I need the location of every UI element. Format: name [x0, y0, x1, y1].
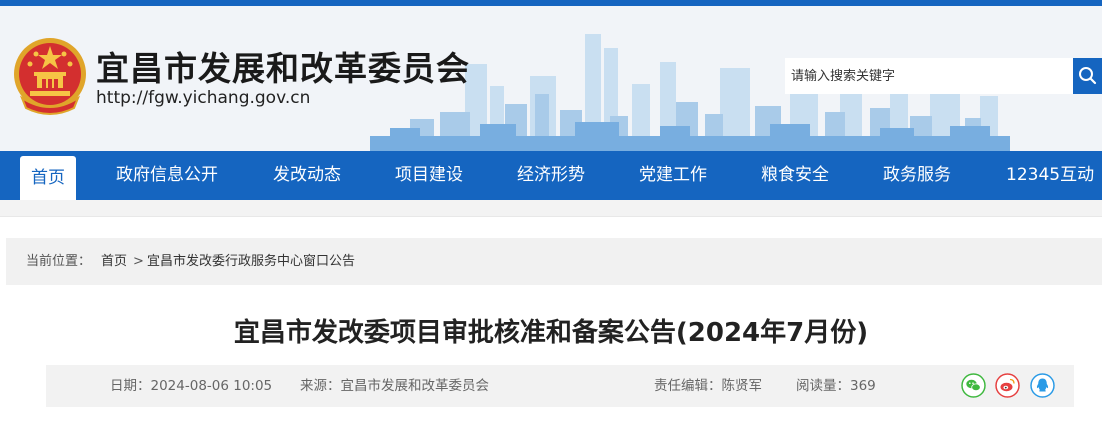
nav-item-economy[interactable]: 经济形势	[517, 151, 585, 200]
article-meta-bar: 日期：2024-08-06 10:05 来源：宜昌市发展和改革委员会 责任编辑：…	[46, 365, 1074, 407]
nav-item-projects[interactable]: 项目建设	[395, 151, 463, 200]
search-input[interactable]	[785, 58, 1073, 94]
site-header: 宜昌市发展和改革委员会 http://fgw.yichang.gov.cn	[0, 6, 1102, 151]
site-title: 宜昌市发展和改革委员会	[96, 49, 470, 88]
search-icon	[1079, 67, 1097, 85]
article-title: 宜昌市发改委项目审批核准和备案公告(2024年7月份)	[233, 318, 869, 348]
nav-item-party[interactable]: 党建工作	[639, 151, 707, 200]
weibo-icon[interactable]	[995, 373, 1020, 398]
article-views: 阅读量：369	[796, 378, 876, 394]
site-url: http://fgw.yichang.gov.cn	[96, 88, 311, 108]
nav-item-food-security[interactable]: 粮食安全	[761, 151, 829, 200]
nav-item-news[interactable]: 发改动态	[273, 151, 341, 200]
qq-icon[interactable]	[1030, 373, 1055, 398]
article-source: 来源：宜昌市发展和改革委员会	[300, 378, 489, 394]
breadcrumb: 当前位置： 首页 > 宜昌市发改委行政服务中心窗口公告	[6, 238, 1102, 285]
nav-shadow-strip	[0, 200, 1102, 217]
nav-item-services[interactable]: 政务服务	[883, 151, 951, 200]
nav-item-12345[interactable]: 12345互动	[1006, 151, 1094, 200]
nav-item-home[interactable]: 首页	[20, 156, 76, 200]
breadcrumb-home-link[interactable]: 首页	[101, 254, 127, 269]
nav-item-gov-info[interactable]: 政府信息公开	[116, 151, 218, 200]
search-button[interactable]	[1073, 58, 1102, 94]
national-emblem-logo	[14, 38, 86, 115]
breadcrumb-current-link[interactable]: 宜昌市发改委行政服务中心窗口公告	[147, 254, 355, 269]
article-date: 日期：2024-08-06 10:05	[110, 378, 273, 394]
wechat-icon[interactable]	[961, 373, 986, 398]
breadcrumb-prefix: 当前位置：	[26, 254, 92, 269]
breadcrumb-separator: >	[133, 254, 144, 269]
article-editor: 责任编辑：陈贤军	[654, 378, 762, 394]
main-nav: 首页 政府信息公开 发改动态 项目建设 经济形势 党建工作 粮食安全 政务服务 …	[0, 151, 1102, 200]
